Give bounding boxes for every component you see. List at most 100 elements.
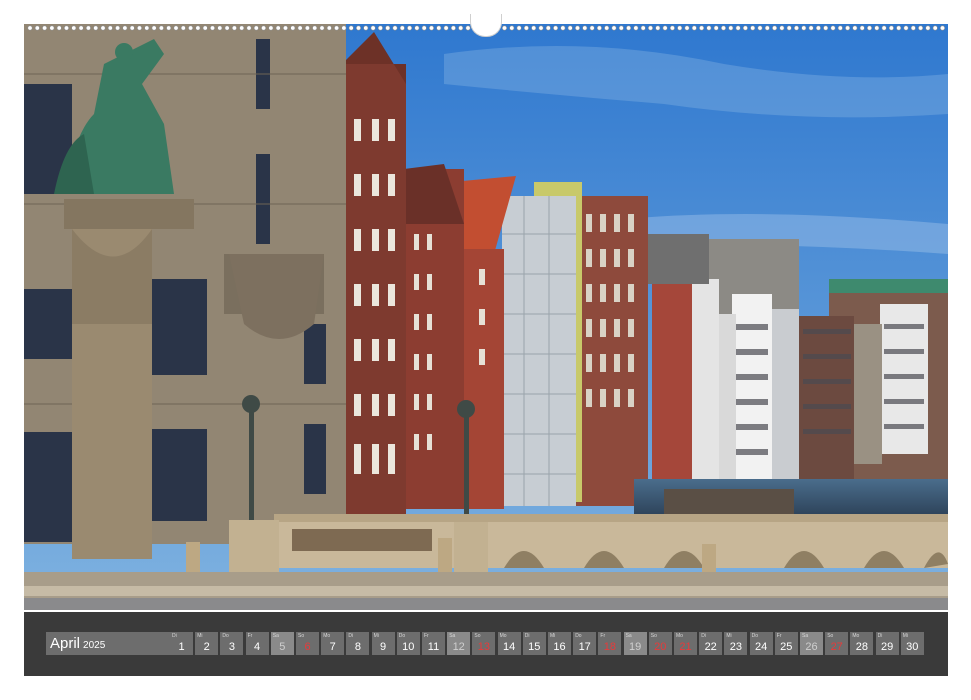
binding-ring bbox=[56, 25, 62, 31]
binding-ring bbox=[428, 25, 434, 31]
binding-ring bbox=[509, 25, 515, 31]
binding-ring bbox=[596, 25, 602, 31]
binding-ring bbox=[516, 25, 522, 31]
day-cell: Mi 9 bbox=[371, 632, 395, 655]
binding-ring bbox=[385, 25, 391, 31]
day-cell: Di 15 bbox=[522, 632, 546, 655]
weekday-label: So bbox=[298, 633, 305, 639]
weekday-label: Di bbox=[524, 633, 530, 639]
day-cell: Di 29 bbox=[875, 632, 899, 655]
weekday-label: So bbox=[650, 633, 657, 639]
day-number: 30 bbox=[906, 641, 919, 653]
calendar-strip: April 2025 Di 1 Mi 2 Do 3 Fr 4 Sa 5 So 6 Mo 7 Di 8 Mi 9 Do… bbox=[24, 612, 948, 676]
binding-ring bbox=[304, 25, 310, 31]
weekday-label: Do bbox=[751, 633, 758, 639]
year-label: 2025 bbox=[83, 639, 106, 651]
binding-ring bbox=[173, 25, 179, 31]
weekday-label: Mi bbox=[902, 633, 909, 639]
binding-ring bbox=[137, 25, 143, 31]
binding-ring bbox=[261, 25, 267, 31]
day-number: 11 bbox=[427, 641, 440, 653]
binding-ring bbox=[414, 25, 420, 31]
weekday-label: Do bbox=[575, 633, 582, 639]
weekday-label: Di bbox=[877, 633, 883, 639]
binding-ring bbox=[326, 25, 332, 31]
binding-ring bbox=[918, 25, 924, 31]
day-number: 5 bbox=[279, 641, 286, 653]
binding-ring bbox=[750, 25, 756, 31]
binding-ring bbox=[224, 25, 230, 31]
binding-ring bbox=[830, 25, 836, 31]
binding-ring bbox=[545, 25, 551, 31]
binding-ring bbox=[239, 25, 245, 31]
weekday-label: Mo bbox=[852, 633, 860, 639]
binding-ring bbox=[341, 25, 347, 31]
binding-ring bbox=[837, 25, 843, 31]
binding-ring bbox=[567, 25, 573, 31]
day-cell: Do 24 bbox=[749, 632, 773, 655]
binding-ring bbox=[443, 25, 449, 31]
binding-ring bbox=[363, 25, 369, 31]
binding-ring bbox=[436, 25, 442, 31]
day-number: 15 bbox=[528, 641, 541, 653]
binding-ring bbox=[151, 25, 157, 31]
day-cell: Do 17 bbox=[573, 632, 597, 655]
binding-ring bbox=[253, 25, 259, 31]
day-cell: Fr 18 bbox=[598, 632, 622, 655]
binding-ring bbox=[348, 25, 354, 31]
binding-ring bbox=[742, 25, 748, 31]
binding-ring bbox=[27, 25, 33, 31]
day-cell: Sa 12 bbox=[447, 632, 471, 655]
binding-ring bbox=[377, 25, 383, 31]
day-cell: So 20 bbox=[648, 632, 672, 655]
weekday-label: Do bbox=[398, 633, 406, 639]
day-number: 2 bbox=[203, 641, 210, 653]
binding-ring bbox=[589, 25, 595, 31]
binding-ring bbox=[604, 25, 610, 31]
calendar-page: April 2025 Di 1 Mi 2 Do 3 Fr 4 Sa 5 So 6 Mo 7 Di 8 Mi 9 Do… bbox=[0, 0, 971, 700]
binding-ring bbox=[129, 25, 135, 31]
binding-ring bbox=[786, 25, 792, 31]
month-label: April 2025 bbox=[46, 632, 170, 655]
weekday-label: Di bbox=[172, 633, 177, 639]
binding-ring bbox=[319, 25, 325, 31]
binding-ring bbox=[195, 25, 201, 31]
binding-ring bbox=[618, 25, 624, 31]
binding-ring bbox=[312, 25, 318, 31]
binding-ring bbox=[421, 25, 427, 31]
binding-ring bbox=[903, 25, 909, 31]
binding-ring bbox=[815, 25, 821, 31]
binding-ring bbox=[852, 25, 858, 31]
binding-ring bbox=[115, 25, 121, 31]
binding-ring bbox=[49, 25, 55, 31]
binding-ring bbox=[669, 25, 675, 31]
binding-ring bbox=[180, 25, 186, 31]
binding-ring bbox=[582, 25, 588, 31]
day-number: 8 bbox=[354, 641, 361, 653]
binding-ring bbox=[42, 25, 48, 31]
weekday-label: So bbox=[827, 633, 834, 639]
binding-ring bbox=[107, 25, 113, 31]
weekday-label: Mo bbox=[676, 633, 683, 639]
binding-ring bbox=[188, 25, 194, 31]
binding-ring bbox=[939, 25, 945, 31]
binding-ring bbox=[910, 25, 916, 31]
day-number: 27 bbox=[830, 641, 843, 653]
binding-ring bbox=[866, 25, 872, 31]
weekday-label: Mo bbox=[323, 633, 331, 639]
binding-ring bbox=[896, 25, 902, 31]
binding-ring bbox=[268, 25, 274, 31]
day-cell: Di 22 bbox=[699, 632, 723, 655]
binding-ring bbox=[735, 25, 741, 31]
binding-ring bbox=[647, 25, 653, 31]
day-cell: Mo 14 bbox=[497, 632, 521, 655]
day-number: 16 bbox=[553, 641, 566, 653]
day-number: 22 bbox=[704, 641, 717, 653]
binding-ring bbox=[85, 25, 91, 31]
binding-ring bbox=[845, 25, 851, 31]
day-number: 3 bbox=[228, 641, 235, 653]
binding-ring bbox=[202, 25, 208, 31]
binding-ring bbox=[611, 25, 617, 31]
binding-ring bbox=[465, 25, 471, 31]
binding-ring bbox=[407, 25, 413, 31]
